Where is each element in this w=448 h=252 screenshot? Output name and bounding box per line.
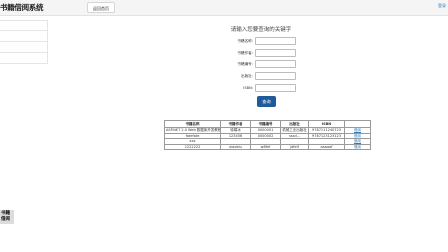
column-header: 书籍作者 (220, 120, 251, 128)
table-header-row: 书籍名称 书籍作者 书籍编号 出版社 ISBN (164, 120, 371, 128)
book-author-input[interactable] (255, 49, 296, 57)
column-header: ISBN (308, 120, 345, 128)
cell-book-name: ASP.NET 2.0 Web 数据库开发教程 (164, 127, 221, 134)
home-nav-button[interactable]: 返回首页 (87, 2, 115, 13)
top-navbar: 书籍借阅系统 返回首页 登录 (0, 0, 448, 16)
column-header: 书籍编号 (250, 120, 281, 128)
sidebar-item[interactable] (0, 42, 48, 53)
cell-isbn: 9787123123123 (308, 132, 345, 139)
publisher-row: 出版社: (205, 72, 305, 81)
table-row: ASP.NET 2.0 Web 数据库开发教程 徐娟冰 0000001 机械工业… (164, 127, 371, 134)
column-header: 书籍名称 (164, 120, 221, 128)
book-number-row: 书籍编号: (205, 60, 305, 69)
borrow-link[interactable]: 借阅 (344, 143, 371, 150)
book-number-input[interactable] (255, 60, 296, 68)
column-header (344, 120, 371, 128)
isbn-label: ISBN: (243, 86, 253, 90)
sidebar-item[interactable] (0, 53, 48, 64)
results-table: 书籍名称 书籍作者 书籍编号 出版社 ISBN ASP.NET 2.0 Web … (164, 120, 371, 150)
table-row: fatefate 123456 0000002 sssd... 97871231… (164, 132, 371, 139)
book-number-label: 书籍编号: (237, 62, 253, 66)
isbn-input[interactable] (255, 84, 296, 92)
column-header: 出版社 (280, 120, 309, 128)
cell-publisher: 机械工业出版社 (280, 127, 309, 134)
login-link[interactable]: 登录 (438, 3, 446, 9)
cell-number: w8fef (250, 143, 281, 150)
publisher-input[interactable] (255, 72, 296, 80)
sidebar-item[interactable] (0, 20, 48, 31)
search-button[interactable]: 查询 (257, 96, 276, 107)
cell-author: xiaobiu (220, 143, 251, 150)
book-author-row: 书籍作者: (205, 49, 305, 58)
book-name-row: 书籍名称: (205, 37, 305, 46)
book-author-label: 书籍作者: (237, 51, 253, 55)
cell-book-name: 1222222 (164, 143, 221, 150)
book-name-input[interactable] (255, 37, 296, 45)
cell-isbn: 9787111240723 (308, 127, 345, 134)
taskbar-thumbnail-label: 书籍 借阅 (1, 211, 10, 222)
cell-isbn: aaaaaf (308, 143, 345, 150)
table-row: 1222222 xiaobiu w8fef jdfelf aaaaaf 借阅 (164, 143, 371, 150)
sidebar-menu (0, 20, 48, 64)
book-name-label: 书籍名称: (237, 39, 253, 43)
site-title: 书籍借阅系统 (0, 3, 44, 12)
isbn-row: ISBN: (205, 84, 305, 93)
sidebar-item[interactable] (0, 31, 48, 42)
search-form-title: 请输入您要查询的关键字 (230, 27, 292, 33)
publisher-label: 出版社: (241, 74, 253, 78)
cell-publisher: jdfelf (280, 143, 309, 150)
